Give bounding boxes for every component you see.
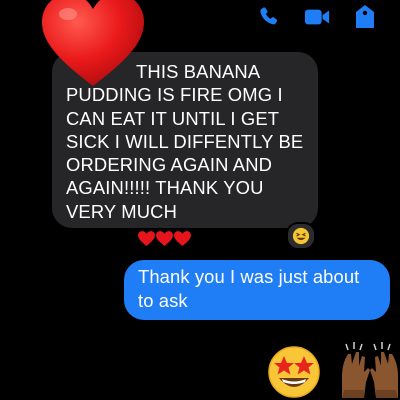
grinning-squinting-face-icon[interactable]	[286, 222, 316, 250]
star-struck-face-icon	[268, 346, 320, 398]
info-tag-icon[interactable]	[352, 4, 378, 30]
outgoing-message-text: Thank you I was just about to ask	[138, 266, 360, 311]
red-heart-icon	[138, 230, 155, 246]
trailing-hearts	[68, 225, 192, 248]
video-camera-icon[interactable]	[304, 4, 330, 30]
raising-hands-dark-skin-tone-icon	[342, 342, 398, 398]
heart-reaction-icon	[38, 0, 148, 92]
conversation-screen: THIS BANANA PUDDING IS FIRE OMG I CAN EA…	[0, 0, 400, 400]
red-heart-icon	[156, 230, 173, 246]
header-actions	[256, 4, 378, 30]
outgoing-message-bubble[interactable]: Thank you I was just about to ask	[124, 260, 390, 320]
phone-icon[interactable]	[256, 4, 282, 30]
emoji-message[interactable]	[262, 340, 400, 400]
red-heart-icon	[174, 230, 191, 246]
